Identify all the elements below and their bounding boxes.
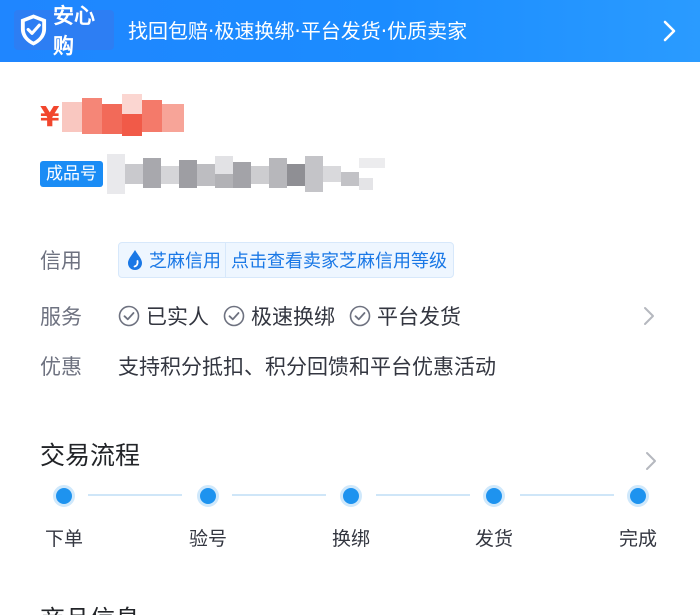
step-connector — [376, 494, 470, 496]
service-row[interactable]: 服务 已实人 极速换绑 平台发货 — [40, 296, 680, 336]
step-dot-ship — [483, 485, 505, 507]
check-circle-icon — [118, 305, 140, 327]
service-label: 服务 — [40, 305, 82, 329]
trade-process-steps: 下单 验号 换绑 发货 完成 — [0, 480, 700, 560]
chevron-right-icon[interactable] — [644, 450, 658, 472]
service-item-label: 极速换绑 — [251, 305, 335, 329]
banner-text: 找回包赔·极速换绑·平台发货·优质卖家 — [128, 19, 468, 43]
credit-row: 信用 芝麻信用 点击查看卖家芝麻信用等级 — [40, 240, 680, 280]
service-item-label: 已实人 — [146, 305, 209, 329]
product-number-row: 成品号 — [40, 154, 387, 194]
step-dot-verify — [197, 485, 219, 507]
credit-link-text[interactable]: 点击查看卖家芝麻信用等级 — [231, 247, 447, 273]
credit-name: 芝麻信用 — [149, 251, 221, 272]
check-circle-icon — [223, 305, 245, 327]
product-number-blurred — [107, 154, 387, 194]
assurance-banner[interactable]: 安心购 找回包赔·极速换绑·平台发货·优质卖家 — [0, 0, 700, 62]
service-item-verified: 已实人 — [118, 301, 209, 331]
credit-link-pill[interactable]: 芝麻信用 点击查看卖家芝麻信用等级 — [118, 242, 454, 278]
product-type-tag: 成品号 — [40, 161, 103, 187]
step-label-verify: 验号 — [188, 528, 227, 550]
step-label-order: 下单 — [44, 528, 83, 550]
step-connector — [88, 494, 182, 496]
trade-process-title: 交易流程 — [40, 441, 141, 470]
chevron-right-icon[interactable] — [658, 18, 680, 44]
service-item-fast-rebind: 极速换绑 — [223, 301, 335, 331]
service-item-platform-ship: 平台发货 — [349, 301, 461, 331]
price-row: ¥ — [40, 92, 188, 140]
step-dot-complete — [627, 485, 649, 507]
chevron-right-icon[interactable] — [642, 304, 656, 328]
check-circle-icon — [349, 305, 371, 327]
step-connector — [520, 494, 614, 496]
promo-row: 优惠 支持积分抵扣、积分回馈和平台优惠活动 — [40, 346, 680, 386]
currency-symbol: ¥ — [40, 99, 60, 133]
badge-label: 安心购 — [52, 4, 95, 58]
product-info-title: 商品信息 — [40, 600, 140, 615]
step-label-ship: 发货 — [474, 528, 513, 550]
step-dot-order — [53, 485, 75, 507]
service-item-label: 平台发货 — [377, 305, 461, 329]
assurance-badge: 安心购 — [14, 4, 114, 58]
promo-label: 优惠 — [40, 355, 82, 379]
promo-text: 支持积分抵扣、积分回馈和平台优惠活动 — [118, 355, 496, 379]
step-connector — [232, 494, 326, 496]
step-label-rebind: 换绑 — [331, 528, 370, 550]
shield-check-icon — [20, 14, 47, 46]
credit-label: 信用 — [40, 249, 82, 273]
step-dot-rebind — [340, 485, 362, 507]
step-label-complete: 完成 — [618, 528, 657, 550]
price-value-blurred — [62, 94, 188, 138]
product-detail-page: 安心购 找回包赔·极速换绑·平台发货·优质卖家 ¥ 成品号 信用 芝麻信用 点击… — [0, 0, 700, 615]
credit-divider — [225, 242, 226, 278]
zhima-credit-icon — [128, 250, 142, 270]
